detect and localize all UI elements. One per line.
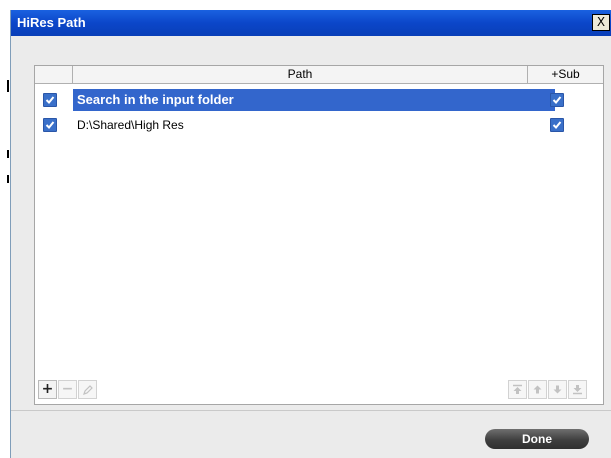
pencil-icon (82, 385, 93, 395)
checkmark-icon (45, 121, 55, 129)
move-down-button[interactable] (548, 380, 567, 399)
hires-path-dialog: HiRes Path X Path +Sub Search in the inp… (10, 10, 611, 458)
row-enable-checkbox[interactable] (43, 93, 57, 107)
edge-mark (7, 80, 9, 92)
move-up-button[interactable] (528, 380, 547, 399)
add-path-button[interactable]: + (38, 380, 57, 399)
move-up-icon (533, 385, 542, 394)
row-subfolders-checkbox[interactable] (550, 118, 564, 132)
row-enable-checkbox[interactable] (43, 118, 57, 132)
done-button[interactable]: Done (485, 429, 589, 449)
edge-mark (7, 150, 9, 158)
checkmark-icon (552, 96, 562, 104)
remove-path-button[interactable]: − (58, 380, 77, 399)
table-header: Path +Sub (35, 66, 603, 84)
close-button[interactable]: X (592, 14, 610, 31)
title-bar[interactable]: HiRes Path X (11, 10, 611, 36)
move-down-icon (553, 385, 562, 394)
row-path-label: D:\Shared\High Res (77, 118, 184, 132)
row-subfolders-checkbox[interactable] (550, 93, 564, 107)
background-left-edge (0, 0, 10, 458)
window-title: HiRes Path (17, 15, 86, 30)
column-header-path[interactable]: Path (73, 66, 528, 84)
row-path-label: Search in the input folder (77, 92, 234, 107)
table-row[interactable]: Search in the input folder (35, 89, 603, 111)
column-header-check[interactable] (35, 66, 73, 84)
checkmark-icon (45, 96, 55, 104)
edit-path-button[interactable] (78, 380, 97, 399)
path-table: Path +Sub Search in the input folder D:\… (34, 65, 604, 405)
checkmark-icon (552, 121, 562, 129)
move-to-bottom-button[interactable] (568, 380, 587, 399)
column-header-sub[interactable]: +Sub (528, 66, 603, 84)
move-to-bottom-icon (573, 385, 582, 395)
move-to-top-icon (513, 384, 522, 394)
edge-mark (7, 175, 9, 183)
footer-divider (11, 410, 611, 411)
table-row[interactable]: D:\Shared\High Res (35, 114, 603, 136)
move-to-top-button[interactable] (508, 380, 527, 399)
